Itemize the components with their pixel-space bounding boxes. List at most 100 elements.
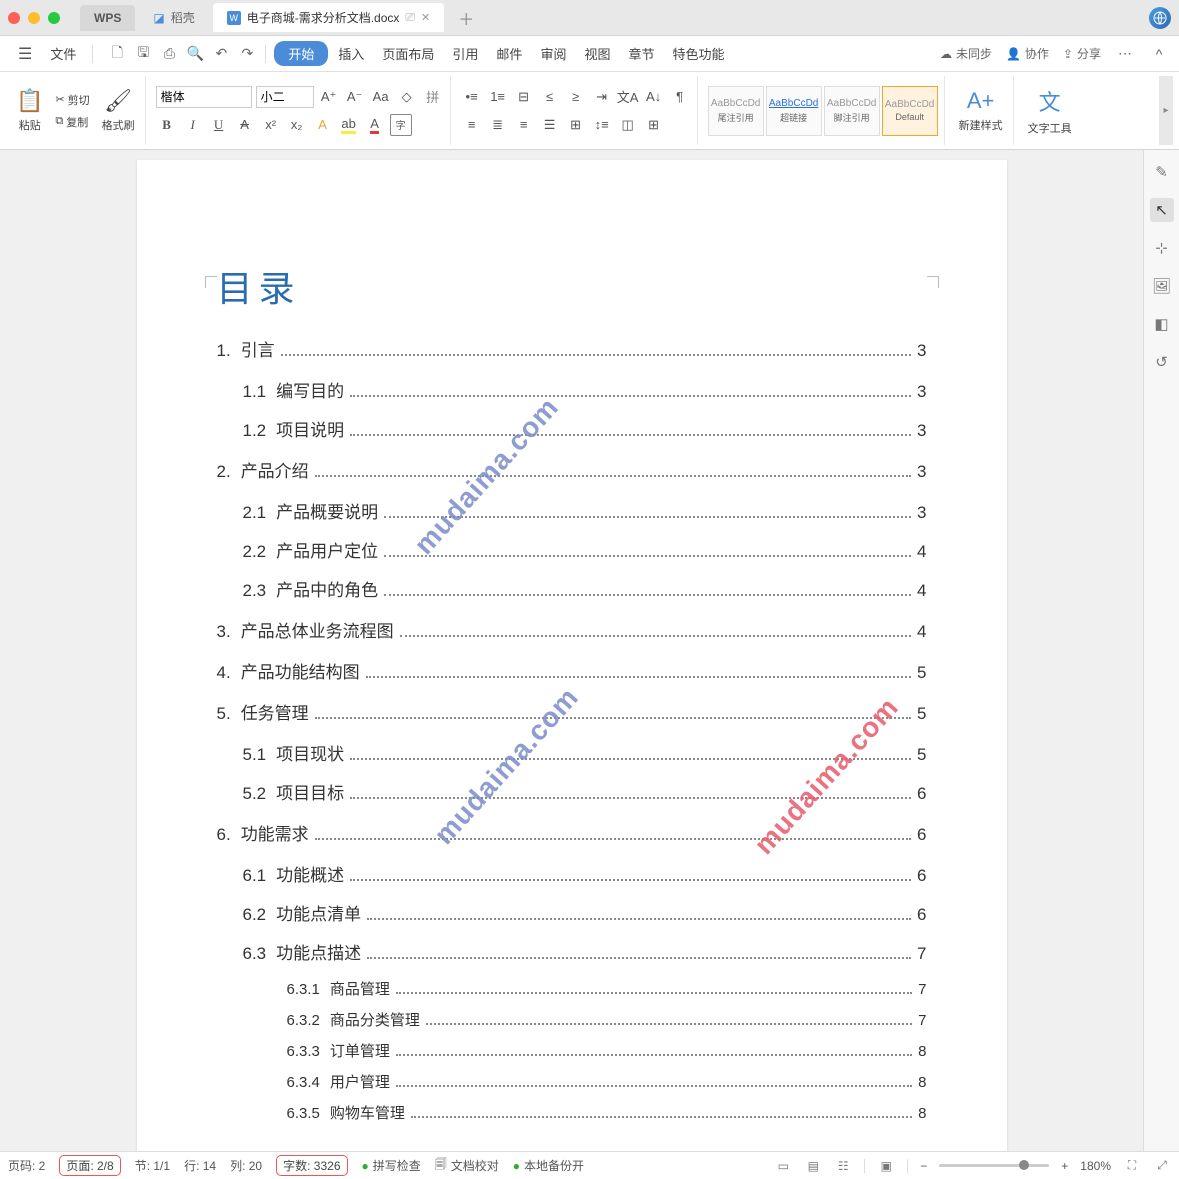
- view-web-layout-icon[interactable]: ☷: [834, 1159, 852, 1173]
- settings-panel-icon[interactable]: ⊹: [1150, 236, 1174, 260]
- style-gallery-item[interactable]: AaBbCcDd超链接: [766, 86, 822, 136]
- status-backup[interactable]: ●本地备份开: [513, 1157, 584, 1174]
- save-icon[interactable]: 🖫: [133, 44, 153, 64]
- strike-button[interactable]: A: [234, 114, 256, 136]
- toc-entry[interactable]: 5.任务管理5: [217, 699, 927, 724]
- toc-entry[interactable]: 1.2项目说明3: [217, 416, 927, 441]
- menu-tab-7[interactable]: 章节: [620, 41, 662, 66]
- decrease-indent-icon[interactable]: ≤: [539, 86, 561, 108]
- menu-tab-2[interactable]: 页面布局: [374, 41, 442, 66]
- clear-format-icon[interactable]: ◇: [396, 86, 418, 108]
- font-color-icon[interactable]: A: [364, 114, 386, 136]
- align-left-icon[interactable]: ≡: [461, 114, 483, 136]
- sort-icon[interactable]: A↓: [643, 86, 665, 108]
- style-gallery-item[interactable]: AaBbCcDd脚注引用: [824, 86, 880, 136]
- toc-entry[interactable]: 6.3.1商品管理7: [217, 978, 927, 999]
- new-style-button[interactable]: A+新建样式: [955, 86, 1007, 135]
- menu-tab-4[interactable]: 邮件: [488, 41, 530, 66]
- minimize-window-button[interactable]: [28, 12, 40, 24]
- copy-button[interactable]: ⧉复制: [53, 113, 91, 131]
- redo-icon[interactable]: ↷: [237, 44, 257, 64]
- view-outline-icon[interactable]: ▤: [804, 1159, 822, 1173]
- menu-tab-1[interactable]: 插入: [330, 41, 372, 66]
- status-column[interactable]: 列: 20: [230, 1157, 262, 1174]
- more-icon[interactable]: ⋯: [1115, 44, 1135, 64]
- maximize-window-button[interactable]: [48, 12, 60, 24]
- status-line[interactable]: 行: 14: [184, 1157, 216, 1174]
- format-painter-button[interactable]: 🖌格式刷: [98, 86, 139, 135]
- view-print-layout-icon[interactable]: ▭: [774, 1159, 792, 1173]
- wps-cloud-icon[interactable]: [1149, 7, 1171, 29]
- document-scroll-area[interactable]: mudaima.com mudaima.com mudaima.com 目录 1…: [0, 150, 1143, 1151]
- decrease-font-icon[interactable]: A⁻: [344, 86, 366, 108]
- align-justify-icon[interactable]: ☰: [539, 114, 561, 136]
- borders-icon[interactable]: ⊞: [643, 114, 665, 136]
- style-gallery-item[interactable]: AaBbCcDd尾注引用: [708, 86, 764, 136]
- status-page-face[interactable]: 页面: 2/8: [59, 1155, 120, 1176]
- toc-entry[interactable]: 3.产品总体业务流程图4: [217, 617, 927, 642]
- multilevel-list-icon[interactable]: ⊟: [513, 86, 535, 108]
- text-direction-icon[interactable]: 文A: [617, 86, 639, 108]
- bullet-list-icon[interactable]: •≡: [461, 86, 483, 108]
- toc-entry[interactable]: 6.3.3订单管理8: [217, 1040, 927, 1061]
- toc-entry[interactable]: 2.1产品概要说明3: [217, 498, 927, 523]
- show-marks-icon[interactable]: ¶: [669, 86, 691, 108]
- status-spellcheck[interactable]: ●拼写检查: [362, 1157, 421, 1174]
- menu-tab-6[interactable]: 视图: [576, 41, 618, 66]
- status-page-number[interactable]: 页码: 2: [8, 1157, 45, 1174]
- superscript-button[interactable]: x²: [260, 114, 282, 136]
- undo-icon[interactable]: ↶: [211, 44, 231, 64]
- collab-button[interactable]: 👤协作: [1006, 45, 1049, 62]
- change-case-icon[interactable]: Aa: [370, 86, 392, 108]
- status-word-count[interactable]: 字数: 3326: [276, 1155, 347, 1176]
- tab-close-icon[interactable]: ✕: [421, 11, 430, 24]
- share-button[interactable]: ⇪分享: [1063, 45, 1101, 62]
- new-doc-icon[interactable]: 🗋: [107, 44, 127, 64]
- tab-daoke[interactable]: ◪ 稻壳: [139, 3, 208, 32]
- paste-button[interactable]: 📋粘贴: [12, 86, 47, 135]
- fullscreen-icon[interactable]: ⤢: [1153, 1159, 1171, 1173]
- menu-file[interactable]: 文件: [42, 41, 84, 66]
- zoom-out-button[interactable]: −: [920, 1159, 927, 1173]
- increase-indent-icon[interactable]: ≥: [565, 86, 587, 108]
- image-panel-icon[interactable]: 🖼: [1150, 274, 1174, 298]
- tab-add-button[interactable]: ＋: [448, 2, 484, 34]
- status-doccheck[interactable]: 🗐文档校对: [435, 1155, 499, 1176]
- print-icon[interactable]: ⎙: [159, 44, 179, 64]
- tab-settings-icon[interactable]: ⇥: [591, 86, 613, 108]
- underline-button[interactable]: U: [208, 114, 230, 136]
- bold-button[interactable]: B: [156, 114, 178, 136]
- history-panel-icon[interactable]: ↺: [1150, 350, 1174, 374]
- tab-active-document[interactable]: W 电子商城-需求分析文档.docx ⎚ ✕: [213, 3, 445, 32]
- template-panel-icon[interactable]: ◧: [1150, 312, 1174, 336]
- menu-tab-3[interactable]: 引用: [444, 41, 486, 66]
- fit-page-icon[interactable]: ⛶: [1123, 1159, 1141, 1173]
- text-tools-button[interactable]: 文文字工具: [1024, 83, 1076, 138]
- highlight-color-icon[interactable]: ab: [338, 114, 360, 136]
- toc-entry[interactable]: 6.3.5购物车管理8: [217, 1102, 927, 1123]
- toc-entry[interactable]: 1.引言3: [217, 336, 927, 361]
- character-border-icon[interactable]: 字: [390, 114, 412, 136]
- toc-entry[interactable]: 1.1编写目的3: [217, 377, 927, 402]
- align-distribute-icon[interactable]: ⊞: [565, 114, 587, 136]
- toc-entry[interactable]: 4.产品功能结构图5: [217, 658, 927, 683]
- reading-view-icon[interactable]: ▣: [877, 1159, 895, 1173]
- toc-entry[interactable]: 6.1功能概述6: [217, 861, 927, 886]
- text-effects-icon[interactable]: A: [312, 114, 334, 136]
- cut-button[interactable]: ✂剪切: [53, 91, 91, 109]
- align-right-icon[interactable]: ≡: [513, 114, 535, 136]
- font-family-select[interactable]: [156, 86, 252, 108]
- toc-entry[interactable]: 6.2功能点清单6: [217, 900, 927, 925]
- menu-tab-5[interactable]: 审阅: [532, 41, 574, 66]
- toc-entry[interactable]: 5.1项目现状5: [217, 740, 927, 765]
- collapse-ribbon-icon[interactable]: ^: [1149, 44, 1169, 64]
- zoom-slider[interactable]: [939, 1164, 1049, 1167]
- close-window-button[interactable]: [8, 12, 20, 24]
- hamburger-menu-icon[interactable]: ☰: [10, 40, 40, 68]
- line-spacing-icon[interactable]: ↕≡: [591, 114, 613, 136]
- sync-status[interactable]: ☁未同步: [940, 45, 992, 62]
- menu-tab-8[interactable]: 特色功能: [664, 41, 732, 66]
- italic-button[interactable]: I: [182, 114, 204, 136]
- print-preview-icon[interactable]: 🔍: [185, 44, 205, 64]
- toc-entry[interactable]: 6.3功能点描述7: [217, 939, 927, 964]
